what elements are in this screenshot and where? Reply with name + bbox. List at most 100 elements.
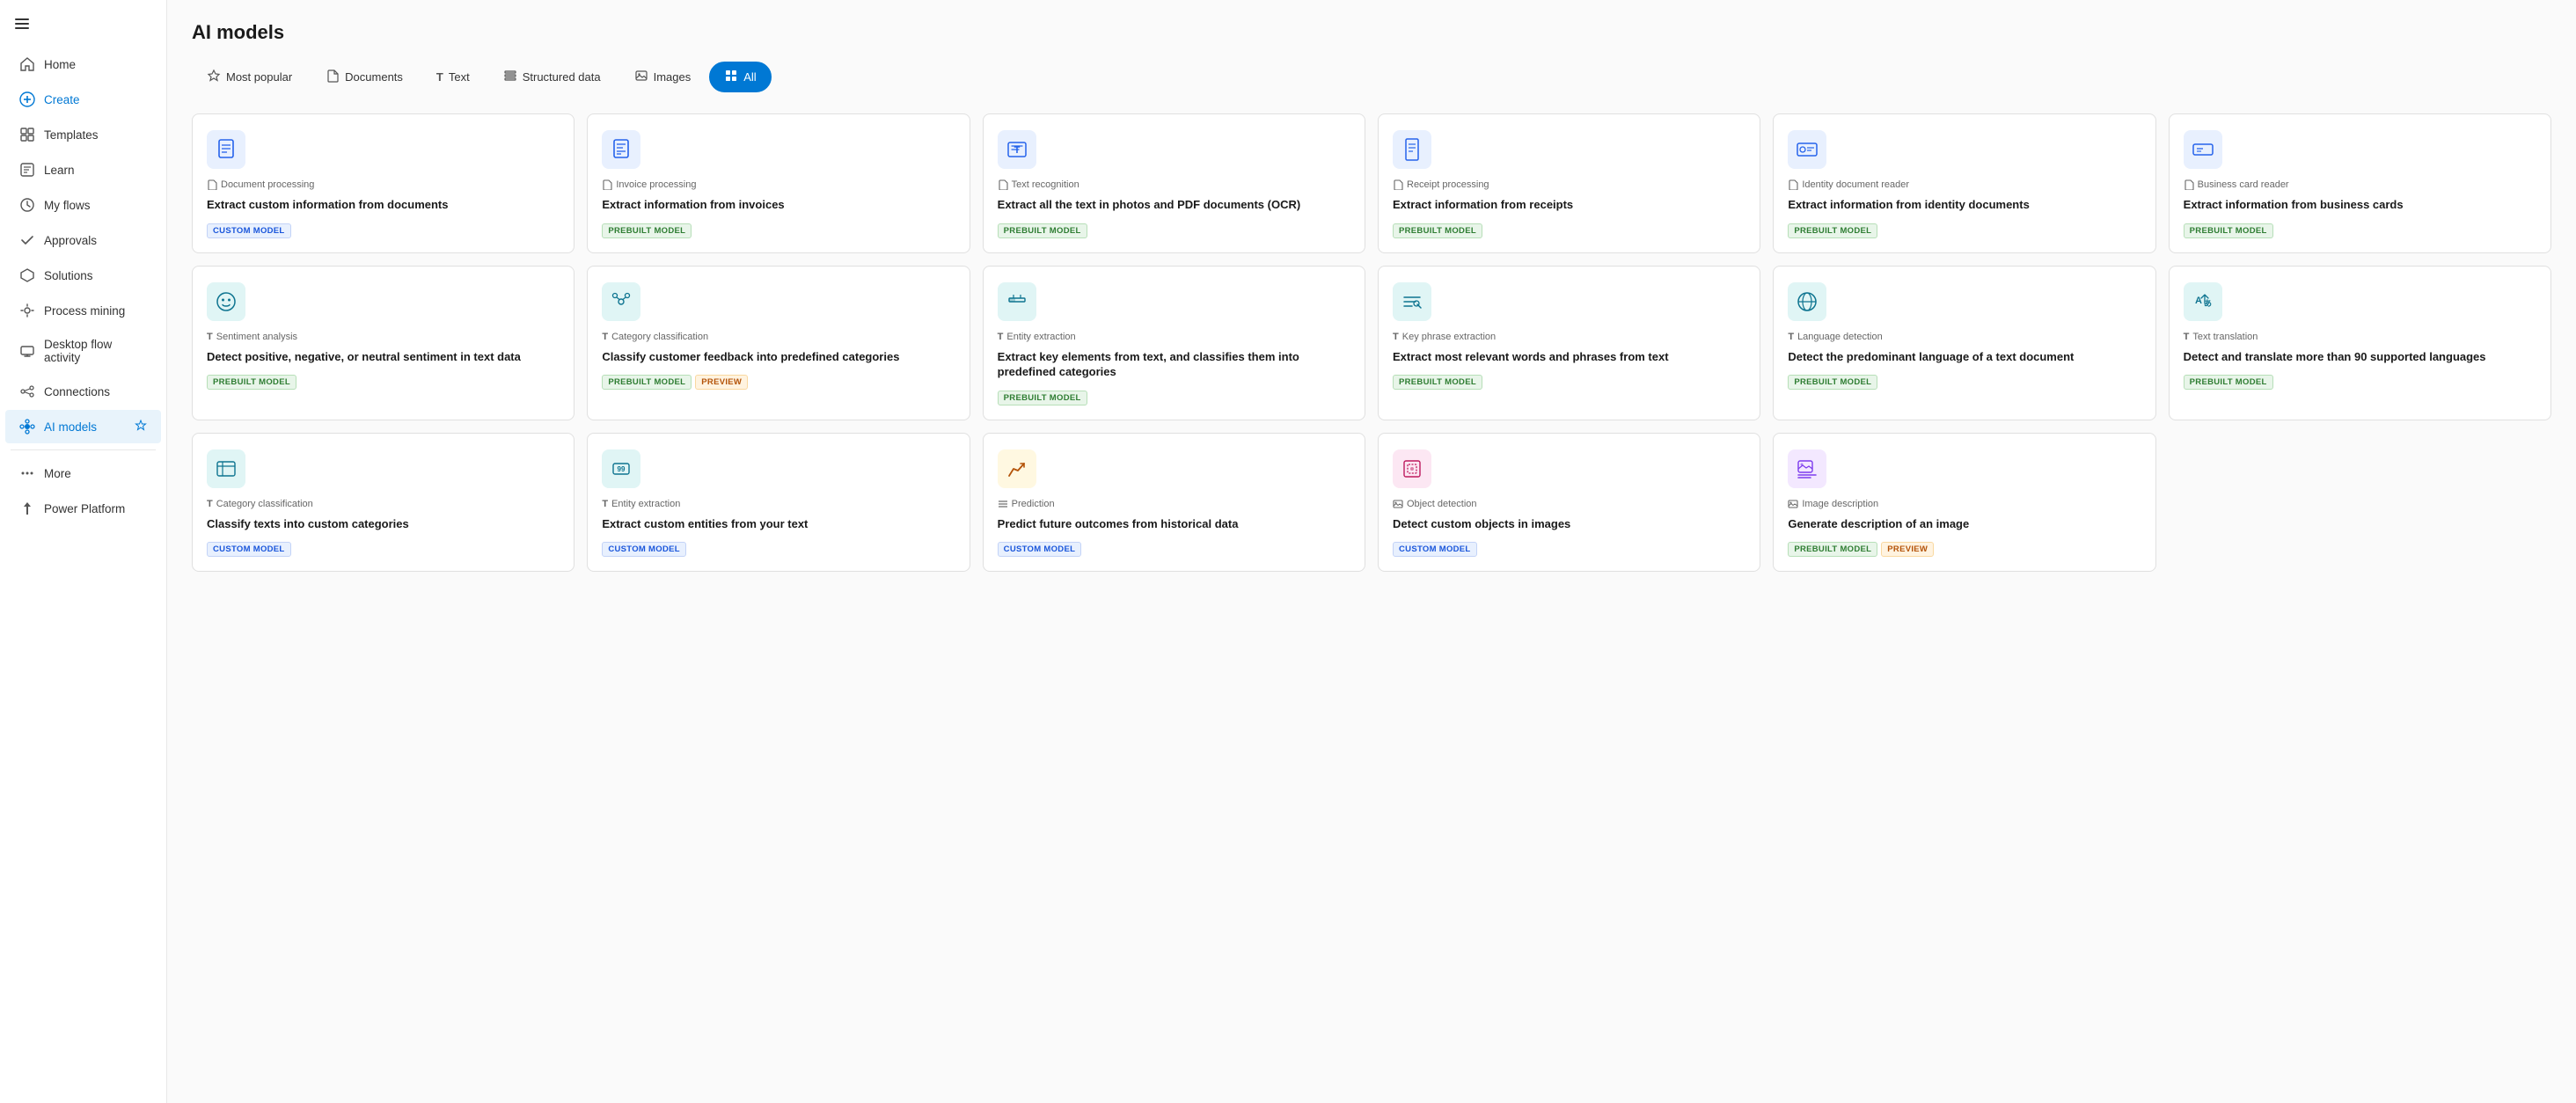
ai-models-pin-icon[interactable] xyxy=(135,420,147,435)
card-category-sentiment-analysis: T Sentiment analysis xyxy=(207,332,560,342)
card-title-text-recognition: Extract all the text in photos and PDF d… xyxy=(998,197,1350,213)
sidebar-item-home[interactable]: Home xyxy=(5,47,161,81)
model-card-text-recognition[interactable]: T Text recognition Extract all the text … xyxy=(983,113,1365,253)
model-card-business-card[interactable]: Business card reader Extract information… xyxy=(2169,113,2551,253)
sidebar-item-desktop-flow-activity[interactable]: Desktop flow activity xyxy=(5,329,161,373)
model-card-prediction[interactable]: Prediction Predict future outcomes from … xyxy=(983,433,1365,573)
card-category-category-classification: T Category classification xyxy=(602,332,955,342)
sidebar-item-more-label: More xyxy=(44,467,71,480)
card-category-text-translation: T Text translation xyxy=(2184,332,2536,342)
badge-preview: PREVIEW xyxy=(695,375,748,390)
sidebar-item-solutions-label: Solutions xyxy=(44,269,93,282)
card-icon-object-detection xyxy=(1393,449,1431,488)
model-card-entity-extraction[interactable]: T Entity extraction Extract key elements… xyxy=(983,266,1365,420)
badge-prebuilt: PREBUILT MODEL xyxy=(207,375,296,390)
sidebar-item-approvals-label: Approvals xyxy=(44,234,97,247)
sidebar-item-learn[interactable]: Learn xyxy=(5,153,161,186)
badge-custom: CUSTOM MODEL xyxy=(1393,542,1477,557)
sidebar-item-process-mining[interactable]: Process mining xyxy=(5,294,161,327)
model-card-receipt-processing[interactable]: Receipt processing Extract information f… xyxy=(1378,113,1760,253)
card-title-key-phrase: Extract most relevant words and phrases … xyxy=(1393,349,1745,365)
card-icon-image-description xyxy=(1788,449,1826,488)
card-icon-business-card xyxy=(2184,130,2222,169)
page-title: AI models xyxy=(192,21,2551,44)
tab-images[interactable]: Images xyxy=(619,62,706,92)
sidebar-item-solutions[interactable]: Solutions xyxy=(5,259,161,292)
tab-documents[interactable]: Documents xyxy=(311,62,418,92)
badge-prebuilt: PREBUILT MODEL xyxy=(2184,223,2273,238)
model-card-custom-text-classification[interactable]: T Category classification Classify texts… xyxy=(192,433,574,573)
sidebar-item-connections-label: Connections xyxy=(44,385,110,398)
sidebar-item-my-flows[interactable]: My flows xyxy=(5,188,161,222)
sidebar-item-ai-models[interactable]: AI models xyxy=(5,410,161,443)
tab-text[interactable]: T Text xyxy=(421,63,485,91)
model-card-sentiment-analysis[interactable]: T Sentiment analysis Detect positive, ne… xyxy=(192,266,574,420)
tab-most-popular-label: Most popular xyxy=(226,70,292,84)
structured-data-icon xyxy=(503,69,517,85)
card-title-custom-text-classification: Classify texts into custom categories xyxy=(207,516,560,532)
model-card-language-detection[interactable]: T Language detection Detect the predomin… xyxy=(1773,266,2155,420)
learn-icon xyxy=(19,162,35,178)
card-icon-sentiment-analysis xyxy=(207,282,245,321)
badge-prebuilt: PREBUILT MODEL xyxy=(1393,223,1482,238)
model-card-doc-processing[interactable]: Document processing Extract custom infor… xyxy=(192,113,574,253)
sidebar-item-connections[interactable]: Connections xyxy=(5,375,161,408)
main-content: AI models Most popular Documents T Text … xyxy=(167,0,2576,1103)
create-icon xyxy=(19,91,35,107)
tab-most-popular[interactable]: Most popular xyxy=(192,62,307,92)
model-card-category-classification[interactable]: T Category classification Classify custo… xyxy=(587,266,970,420)
tab-structured-data[interactable]: Structured data xyxy=(488,62,616,92)
badge-custom: CUSTOM MODEL xyxy=(602,542,686,557)
card-category-prediction: Prediction xyxy=(998,499,1350,509)
card-icon-receipt-processing xyxy=(1393,130,1431,169)
documents-tab-icon xyxy=(326,69,340,85)
card-badges-text-recognition: PREBUILT MODEL xyxy=(998,223,1350,238)
badge-custom: CUSTOM MODEL xyxy=(998,542,1082,557)
most-popular-icon xyxy=(207,69,221,85)
badge-custom: CUSTOM MODEL xyxy=(207,223,291,238)
model-card-invoice-processing[interactable]: Invoice processing Extract information f… xyxy=(587,113,970,253)
cards-grid: Document processing Extract custom infor… xyxy=(192,113,2551,572)
model-card-custom-entity-extraction[interactable]: 99 T Entity extraction Extract custom en… xyxy=(587,433,970,573)
card-icon-language-detection xyxy=(1788,282,1826,321)
badge-prebuilt: PREBUILT MODEL xyxy=(1788,542,1877,557)
card-title-sentiment-analysis: Detect positive, negative, or neutral se… xyxy=(207,349,560,365)
model-card-key-phrase[interactable]: T Key phrase extraction Extract most rel… xyxy=(1378,266,1760,420)
templates-icon xyxy=(19,127,35,142)
badge-prebuilt: PREBUILT MODEL xyxy=(1788,375,1877,390)
card-badges-receipt-processing: PREBUILT MODEL xyxy=(1393,223,1745,238)
card-icon-custom-entity-extraction: 99 xyxy=(602,449,640,488)
card-badges-sentiment-analysis: PREBUILT MODEL xyxy=(207,375,560,390)
card-icon-key-phrase xyxy=(1393,282,1431,321)
card-icon-custom-text-classification xyxy=(207,449,245,488)
card-icon-invoice-processing xyxy=(602,130,640,169)
process-mining-icon xyxy=(19,303,35,318)
sidebar-item-templates[interactable]: Templates xyxy=(5,118,161,151)
filter-tabs: Most popular Documents T Text Structured… xyxy=(192,62,2551,92)
card-category-custom-text-classification: T Category classification xyxy=(207,499,560,509)
sidebar-item-create[interactable]: Create xyxy=(5,83,161,116)
card-title-image-description: Generate description of an image xyxy=(1788,516,2141,532)
card-badges-custom-text-classification: CUSTOM MODEL xyxy=(207,542,560,557)
all-tab-icon xyxy=(724,69,738,85)
model-card-text-translation[interactable]: Aあ T Text translation Detect and transla… xyxy=(2169,266,2551,420)
card-category-language-detection: T Language detection xyxy=(1788,332,2141,342)
model-card-image-description[interactable]: Image description Generate description o… xyxy=(1773,433,2155,573)
sidebar-item-more[interactable]: More xyxy=(5,457,161,490)
ai-models-icon xyxy=(19,419,35,435)
home-icon xyxy=(19,56,35,72)
model-card-identity-doc[interactable]: Identity document reader Extract informa… xyxy=(1773,113,2155,253)
model-card-object-detection[interactable]: Object detection Detect custom objects i… xyxy=(1378,433,1760,573)
card-icon-doc-processing xyxy=(207,130,245,169)
sidebar-item-approvals[interactable]: Approvals xyxy=(5,223,161,257)
menu-icon[interactable] xyxy=(0,7,166,43)
sidebar-item-power-platform[interactable]: Power Platform xyxy=(5,492,161,525)
card-category-custom-entity-extraction: T Entity extraction xyxy=(602,499,955,509)
card-badges-identity-doc: PREBUILT MODEL xyxy=(1788,223,2141,238)
card-badges-entity-extraction: PREBUILT MODEL xyxy=(998,391,1350,405)
card-icon-prediction xyxy=(998,449,1036,488)
card-category-receipt-processing: Receipt processing xyxy=(1393,179,1745,190)
card-title-identity-doc: Extract information from identity docume… xyxy=(1788,197,2141,213)
tab-all[interactable]: All xyxy=(709,62,771,92)
tab-images-label: Images xyxy=(654,70,692,84)
